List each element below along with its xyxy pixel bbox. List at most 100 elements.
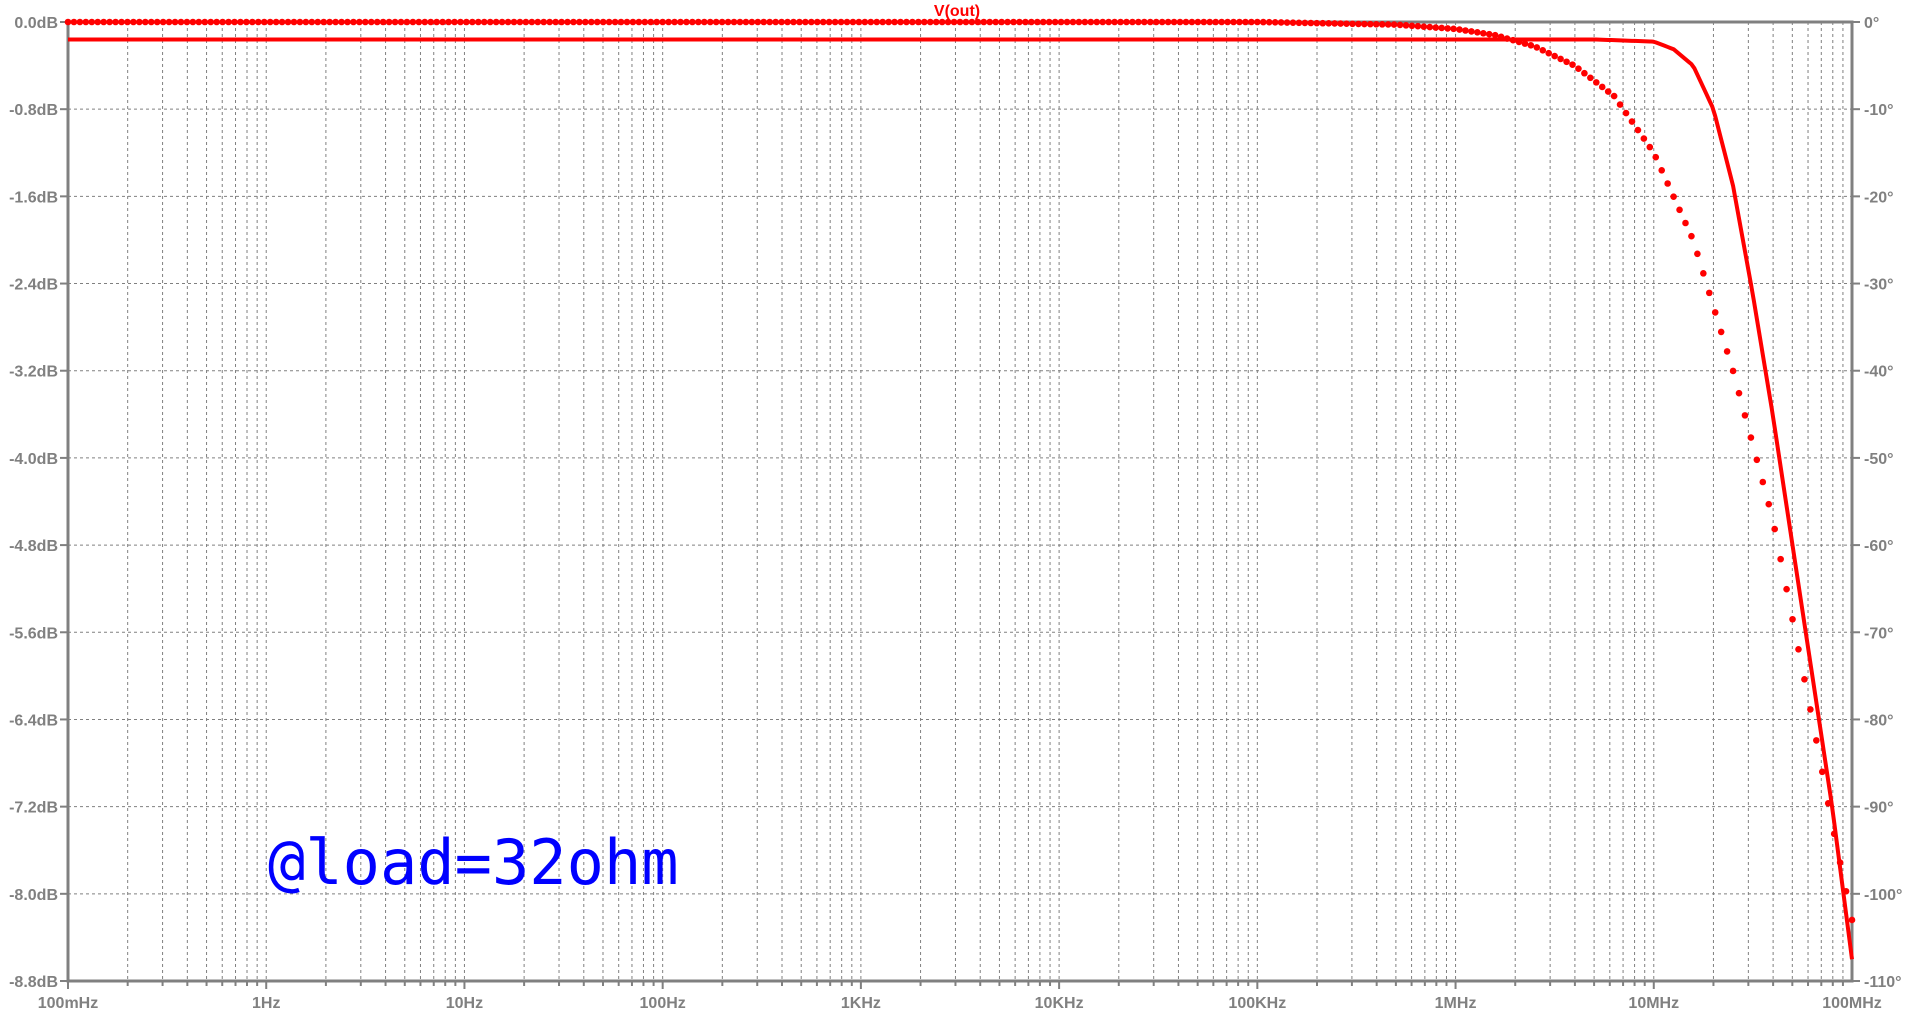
y-right-tick-label: -80° [1864,712,1894,729]
phase-point [766,18,774,26]
phase-point [1402,22,1410,29]
x-tick-label: 1Hz [252,995,280,1012]
phase-point [1735,389,1743,397]
phase-point [653,18,661,26]
phase-point [897,18,904,26]
phase-point [451,18,458,26]
y-left-tick-label: -8.0dB [9,887,58,904]
y-left-tick-label: -5.6dB [9,625,58,642]
phase-point [558,18,565,26]
phase-point [469,18,476,26]
phase-point [1836,859,1844,866]
phase-point [1236,18,1243,26]
phase-point [712,18,720,26]
phase-point [1634,126,1642,134]
y-left-tick-label: -3.2dB [9,364,58,381]
phase-point [1212,18,1220,26]
phase-point [367,18,375,26]
phase-point [1129,18,1136,26]
phase-point [516,18,524,26]
phase-point [695,18,702,26]
phase-point [1747,434,1755,441]
phase-point [391,18,399,26]
phase-point [439,18,446,26]
phase-point [1503,35,1511,42]
phase-point [1016,18,1023,26]
phase-point [1723,348,1731,355]
phase-point [772,18,779,26]
x-tick-label: 100KHz [1228,995,1286,1012]
phase-point [623,18,631,26]
phase-point [142,18,149,26]
phase-point [1152,18,1160,26]
phase-point [1146,18,1154,26]
phase-point [1563,58,1570,66]
phase-point [320,18,328,26]
x-tick-label: 10MHz [1628,995,1679,1012]
phase-point [1717,328,1725,336]
phase-point [64,18,72,26]
phase-point [1045,18,1053,26]
phase-point [445,18,452,26]
phase-point [1616,101,1624,108]
phase-point [231,18,238,26]
phase-point [1396,21,1404,29]
phase-point [647,18,655,26]
x-tick-label: 10KHz [1035,995,1084,1012]
phase-point [504,18,512,26]
phase-point [1206,18,1214,26]
phase-point [1551,52,1558,60]
phase-point [1271,19,1279,26]
phase-point [1331,20,1338,27]
phase-point [272,18,280,26]
phase-point [457,18,464,26]
phase-point [124,18,131,26]
phase-point [1515,38,1523,46]
phase-point [1355,20,1362,28]
phase-point [1741,412,1749,419]
phase-point [1188,18,1196,26]
phase-point [1545,49,1553,57]
phase-point [1705,289,1713,297]
phase-point [1509,36,1517,44]
phase-point [183,18,191,26]
phase-point [219,18,226,26]
phase-point [582,18,589,26]
phase-point [1194,18,1202,26]
phase-point [1242,18,1249,26]
phase-point [1646,143,1654,151]
phase-point [1610,92,1618,100]
phase-point [153,18,161,26]
phase-point [730,18,738,26]
phase-point [1099,18,1107,26]
y-right-tick-label: -90° [1864,800,1894,817]
phase-point [1408,22,1416,30]
trace-title[interactable]: V(out) [934,3,980,20]
phase-point [1051,18,1059,26]
phase-point [1141,18,1148,26]
phase-point [492,18,500,26]
phase-point [998,18,1005,26]
y-right-tick-label: -60° [1864,538,1894,555]
phase-point [260,18,268,26]
phase-point [421,18,429,26]
phase-point [689,18,696,26]
y-right-tick-label: -10° [1864,102,1894,119]
phase-point [1301,19,1309,27]
y-right-tick-label: -110° [1864,974,1902,991]
y-right-tick-label: -100° [1864,887,1902,904]
phase-point [409,18,417,26]
phase-point [1592,79,1600,86]
phase-point [1664,180,1671,187]
phase-point [1111,18,1118,26]
phase-point [207,18,215,26]
y-left-tick-label: -1.6dB [9,189,58,206]
phase-point [825,18,833,26]
phase-point [1182,18,1190,26]
phase-point [1575,65,1582,72]
phase-point [254,18,262,26]
phase-point [171,18,179,26]
y-left-tick-label: 0.0dB [14,15,58,32]
y-right-tick-label: -40° [1864,364,1894,381]
phase-point [1075,18,1083,26]
